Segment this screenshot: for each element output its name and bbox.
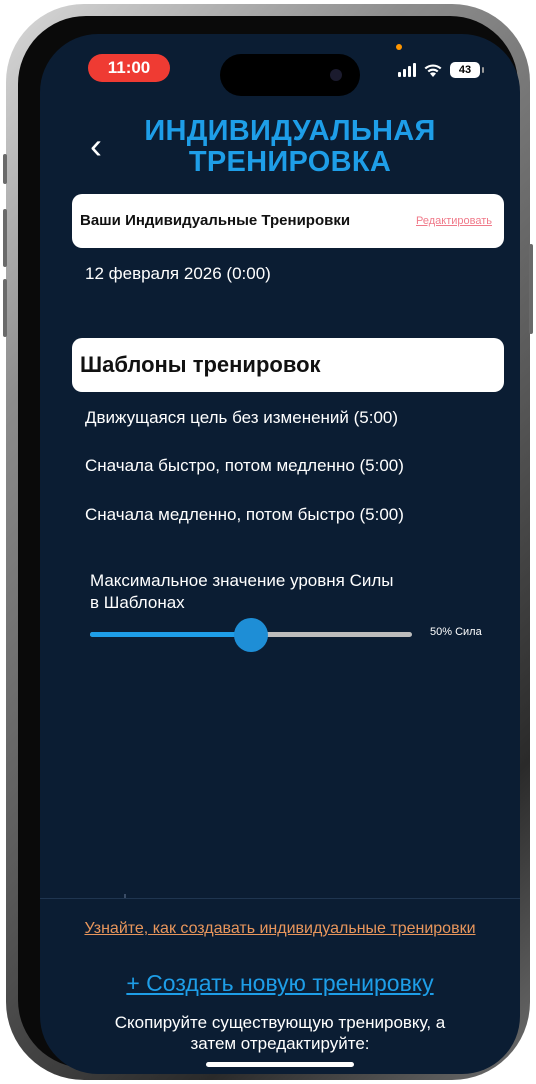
custom-workouts-title: Ваши Индивидуальные Тренировки — [80, 212, 351, 229]
dynamic-island — [220, 54, 360, 96]
strength-slider-value: 50% Сила — [430, 626, 482, 638]
strength-slider-label-line2: в Шаблонах — [90, 593, 185, 612]
strength-slider[interactable] — [90, 618, 412, 652]
learn-custom-workouts-link[interactable]: Узнайте, как создавать индивидуальные тр… — [40, 920, 520, 938]
edit-button[interactable]: Редактировать — [416, 215, 492, 227]
status-icons: 43 — [398, 60, 484, 80]
phone-frame: 11:00 43 ‹ ИНДИВИДУАЛЬНАЯ ТРЕНИРОВКА Ваш… — [3, 4, 533, 1080]
templates-header: Шаблоны тренировок — [72, 338, 504, 392]
create-workout-button[interactable]: + Создать новую тренировку — [40, 970, 520, 997]
custom-workout-item[interactable]: 12 февраля 2026 (0:00) — [85, 264, 271, 284]
strength-slider-label: Максимальное значение уровня Силы в Шабл… — [90, 570, 470, 614]
template-item[interactable]: Движущаяся цель без изменений (5:00) — [85, 408, 398, 428]
strength-slider-thumb[interactable] — [234, 618, 268, 652]
template-item[interactable]: Сначала медленно, потом быстро (5:00) — [85, 505, 404, 525]
volume-up-button — [3, 209, 7, 267]
volume-down-button — [3, 279, 7, 337]
copy-hint-line2: затем отредактируйте: — [190, 1034, 370, 1053]
strength-slider-label-line1: Максимальное значение уровня Силы — [90, 571, 394, 590]
signal-icon — [398, 63, 416, 77]
mic-indicator-icon — [396, 44, 402, 50]
copy-hint-text: Скопируйте существующую тренировку, а за… — [80, 1012, 480, 1054]
templates-title: Шаблоны тренировок — [80, 352, 321, 377]
page-title: ИНДИВИДУАЛЬНАЯ ТРЕНИРОВКА — [120, 116, 460, 178]
mute-switch — [3, 154, 7, 184]
chevron-left-icon: ‹ — [90, 125, 102, 166]
status-time[interactable]: 11:00 — [88, 54, 170, 82]
strength-slider-fill — [90, 632, 251, 637]
app-screen: 11:00 43 ‹ ИНДИВИДУАЛЬНАЯ ТРЕНИРОВКА Ваш… — [40, 34, 520, 1074]
battery-icon: 43 — [450, 62, 484, 78]
template-item[interactable]: Сначала быстро, потом медленно (5:00) — [85, 456, 404, 476]
phone-bezel: 11:00 43 ‹ ИНДИВИДУАЛЬНАЯ ТРЕНИРОВКА Ваш… — [18, 16, 520, 1074]
page-title-line2: ТРЕНИРОВКА — [188, 146, 392, 178]
divider — [40, 898, 520, 899]
back-button[interactable]: ‹ — [76, 125, 116, 166]
wifi-icon — [424, 63, 442, 77]
custom-workouts-header: Ваши Индивидуальные Тренировки Редактиро… — [72, 194, 504, 248]
power-button — [529, 244, 533, 334]
camera-icon — [330, 69, 342, 81]
page-title-line1: ИНДИВИДУАЛЬНАЯ — [144, 115, 436, 147]
home-indicator[interactable] — [206, 1062, 354, 1067]
copy-hint-line1: Скопируйте существующую тренировку, а — [114, 1013, 446, 1032]
